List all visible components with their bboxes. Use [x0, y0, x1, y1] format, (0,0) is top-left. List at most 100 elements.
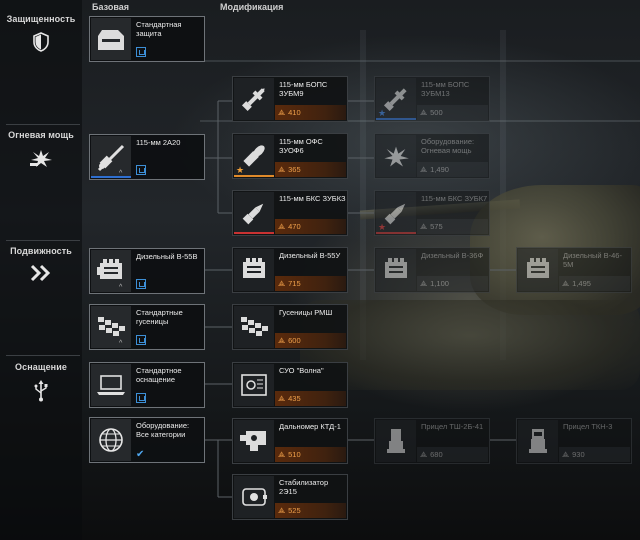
rank-stripe: [234, 175, 274, 177]
research-points-icon: ⟁: [420, 278, 428, 288]
price-bar: ⟁ 600: [275, 333, 346, 348]
price: 1,490: [430, 165, 449, 174]
engine-icon: [527, 258, 549, 278]
chevron-up-icon: ^: [119, 340, 123, 347]
price: 680: [430, 450, 443, 459]
price-bar: ⟁ 510: [275, 447, 346, 462]
research-points-icon: ⟁: [562, 278, 570, 288]
module-title: 115-мм БОПС ЗУБМ9: [279, 80, 328, 98]
module-title: Дизельный В-55У: [279, 251, 341, 260]
installed-icon: [136, 279, 146, 289]
price-bar: ⟁ 410: [275, 105, 346, 120]
module-card-standard-armor[interactable]: Стандартная защита: [89, 16, 205, 62]
research-points-icon: ⟁: [420, 107, 428, 117]
module-card-equipment-all[interactable]: Оборудование: Все категории ✔: [89, 417, 205, 463]
module-title: Стандартное оснащение: [136, 366, 182, 384]
stabilizer-icon: [242, 488, 267, 506]
price-bar: ⟁ 470: [275, 219, 346, 234]
module-card-standard-tracks[interactable]: Стандартные гусеницы ^: [89, 304, 205, 350]
module-title: Стандартная защита: [136, 20, 182, 38]
research-points-icon: ⟁: [278, 335, 286, 345]
chevron-up-icon: ^: [119, 170, 123, 177]
research-points-icon: ⟁: [420, 449, 428, 459]
module-title: Оборудование: Все категории: [136, 421, 190, 439]
module-card-shell-bks-3ubk7[interactable]: 115-мм БКС ЗУБК7 ★ ⟁ 575: [374, 190, 490, 236]
module-card-sight-tsh-2b-41[interactable]: Прицел ТШ-2Б-41 ⟁ 680: [374, 418, 490, 464]
research-points-icon: ⟁: [278, 449, 286, 459]
module-title: Прицел ТШ-2Б-41: [421, 422, 484, 431]
star-icon: ★: [378, 222, 387, 232]
module-title: Стандартные гусеницы: [136, 308, 183, 326]
installed-icon: [136, 393, 146, 403]
module-title: 115-мм БКС ЗУБКЗ: [279, 194, 346, 203]
price: 930: [572, 450, 585, 459]
module-title: Дизельный В-55В: [136, 252, 198, 261]
price: 470: [288, 222, 301, 231]
price-bar: ⟁ 435: [275, 391, 346, 406]
research-points-icon: ⟁: [562, 449, 570, 459]
rank-stripe: [376, 232, 416, 234]
price: 500: [430, 108, 443, 117]
price-bar: ⟁ 365: [275, 162, 346, 177]
laptop-icon: [97, 375, 125, 395]
research-points-icon: ⟁: [278, 393, 286, 403]
research-points-icon: ⟁: [278, 164, 286, 174]
star-icon: ★: [236, 165, 245, 175]
module-card-engine-v55u[interactable]: Дизельный В-55У ⟁ 715: [232, 247, 348, 293]
explosion-icon: [384, 146, 409, 167]
price: 1,100: [430, 279, 449, 288]
research-points-icon: ⟁: [420, 221, 428, 231]
price-bar: ⟁ 500: [417, 105, 488, 120]
globe-icon: [99, 428, 123, 452]
tracks-icon: [241, 317, 268, 336]
module-card-engine-v55v[interactable]: Дизельный В-55В ^: [89, 248, 205, 294]
price: 575: [430, 222, 443, 231]
sight-icon: [387, 429, 405, 453]
price: 600: [288, 336, 301, 345]
price-bar: ⟁ 1,100: [417, 276, 488, 291]
price-bar: ⟁ 1,490: [417, 162, 488, 177]
price-bar: ⟁ 680: [417, 447, 488, 462]
module-title: 115-мм 2А20: [136, 138, 181, 147]
module-card-standard-outfit[interactable]: Стандартное оснащение: [89, 362, 205, 408]
apfsds-shell-icon: [241, 88, 265, 112]
price-bar: ⟁ 1,495: [559, 276, 630, 291]
price: 410: [288, 108, 301, 117]
module-card-shell-ofs-3uof6[interactable]: 115-мм ОФС ЗУОФ6 ★ ⟁ 365: [232, 133, 348, 179]
price: 1,495: [572, 279, 591, 288]
research-points-icon: ⟁: [278, 505, 286, 515]
price-bar: ⟁ 575: [417, 219, 488, 234]
module-card-stabilizer-2e15[interactable]: Стабилизатор 2Э15 ⟁ 525: [232, 474, 348, 520]
module-card-shell-bops-3ubm9[interactable]: 115-мм БОПС ЗУБМ9 ⟁ 410: [232, 76, 348, 122]
engine-icon: [97, 259, 122, 279]
module-card-shell-bks-3ubk3[interactable]: 115-мм БКС ЗУБКЗ ⟁ 470: [232, 190, 348, 236]
module-card-sight-tkn-3[interactable]: Прицел ТКН-3 ⟁ 930: [516, 418, 632, 464]
module-card-tracks-rmsh[interactable]: Гусеницы РМШ ⟁ 600: [232, 304, 348, 350]
module-card-engine-v46-5m[interactable]: Дизельный В-46-5М ⟁ 1,495: [516, 247, 632, 293]
sight-icon: [529, 429, 547, 453]
rangefinder-icon: [240, 431, 266, 451]
price-bar: ⟁ 715: [275, 276, 346, 291]
fire-control-icon: [241, 374, 267, 396]
module-card-gun-2a20[interactable]: 115-мм 2А20 ^: [89, 134, 205, 180]
module-title: Дизельный В-46-5М: [563, 251, 622, 269]
module-card-equipment-firepower[interactable]: Оборудование: Огневая мощь ⟁ 1,490: [374, 133, 490, 179]
rank-stripe: [234, 232, 274, 234]
research-points-icon: ⟁: [278, 107, 286, 117]
module-card-shell-bops-3ubm13[interactable]: 115-мм БОПС ЗУБМ13 ★ ⟁ 500: [374, 76, 490, 122]
module-card-engine-v36f[interactable]: Дизельный В-36Ф ⟁ 1,100: [374, 247, 490, 293]
research-points-icon: ⟁: [420, 164, 428, 174]
chevron-up-icon: ^: [119, 284, 123, 291]
installed-icon: [136, 335, 146, 345]
module-title: Прицел ТКН-3: [563, 422, 613, 431]
armor-plate-icon: [98, 30, 124, 50]
module-card-fcs-volna[interactable]: СУО "Волна" ⟁ 435: [232, 362, 348, 408]
module-title: Оборудование: Огневая мощь: [421, 137, 475, 155]
module-card-rangefinder-ktd1[interactable]: Дальномер КТД-1 ⟁ 510: [232, 418, 348, 464]
star-icon: ★: [378, 108, 387, 118]
research-points-icon: ⟁: [278, 221, 286, 231]
gun-icon: [97, 144, 125, 172]
installed-icon: [136, 47, 146, 57]
module-title: 115-мм БОПС ЗУБМ13: [421, 80, 470, 98]
module-title: Гусеницы РМШ: [279, 308, 333, 317]
